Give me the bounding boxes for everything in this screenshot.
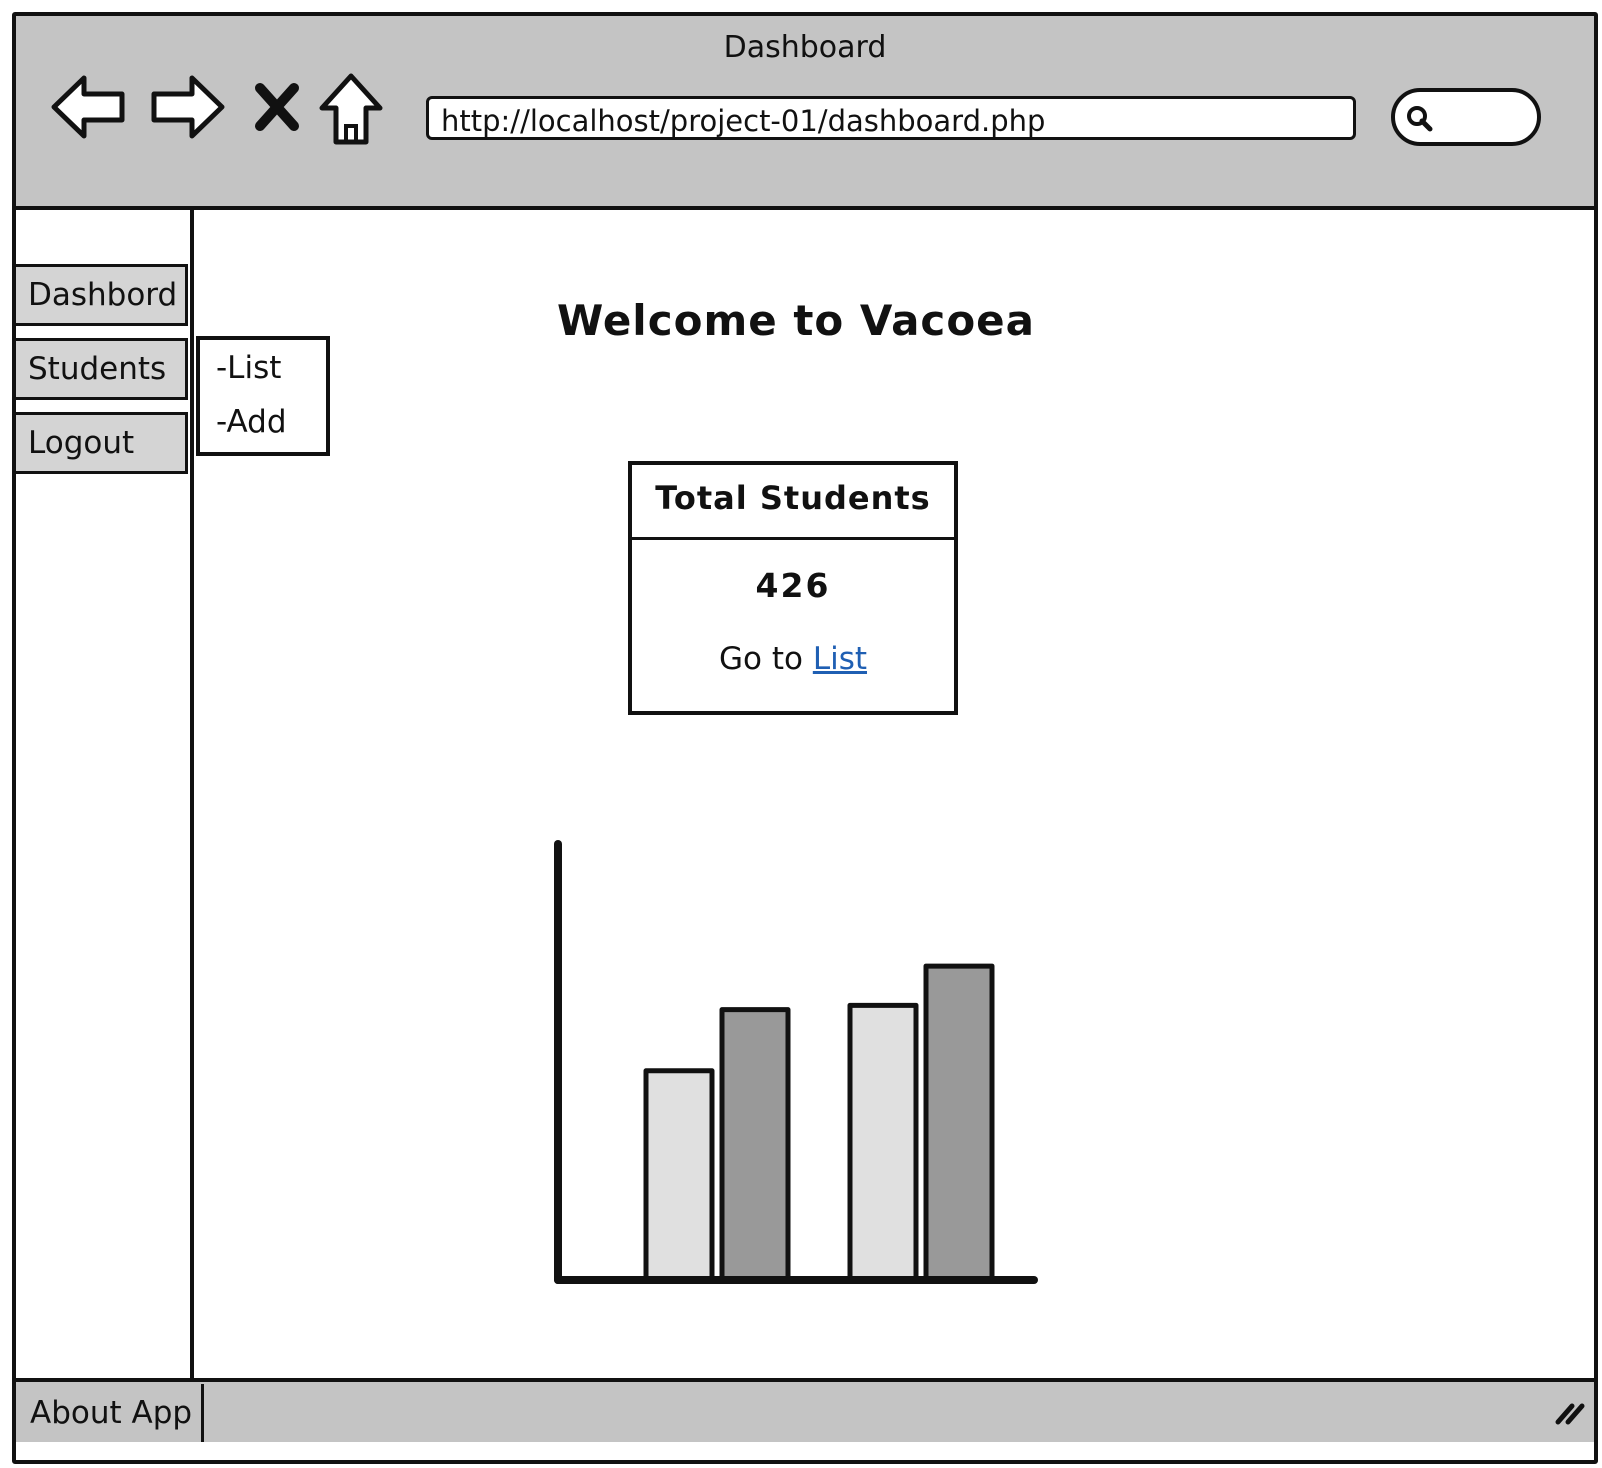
search-input[interactable] [1391, 88, 1541, 146]
chart-bar-g1-s2 [719, 1007, 791, 1283]
chart-bar-g2-s1 [847, 1002, 919, 1283]
chart-bar-g2-s2 [923, 963, 995, 1283]
bar-chart [554, 840, 1038, 1284]
forward-arrow-icon[interactable] [148, 72, 226, 142]
stop-icon[interactable] [254, 82, 300, 132]
window-title: Dashboard [723, 30, 887, 65]
sidebar-item-students[interactable]: Students [16, 338, 188, 400]
card-value: 426 [755, 566, 831, 605]
card-link-prefix: Go to [718, 641, 803, 677]
chart-bar-g1-s1 [643, 1068, 715, 1283]
status-bar: About App [16, 1378, 1594, 1442]
about-app-button[interactable]: About App [16, 1384, 204, 1442]
students-submenu: -List -Add [196, 336, 330, 456]
submenu-item-list[interactable]: -List [216, 350, 281, 386]
address-bar[interactable]: http://localhost/project-01/dashboard.ph… [426, 96, 1356, 140]
back-arrow-icon[interactable] [50, 72, 128, 142]
home-icon[interactable] [318, 72, 384, 146]
browser-chrome: Dashboard http://localhost/project-01/da… [16, 16, 1594, 210]
list-link[interactable]: List [813, 641, 867, 677]
sidebar-item-logout[interactable]: Logout [16, 412, 188, 474]
card-title: Total Students [632, 465, 954, 540]
resize-grip-icon[interactable] [1554, 1396, 1588, 1430]
page-title: Welcome to Vacoea [556, 296, 1035, 345]
submenu-item-add[interactable]: -Add [216, 404, 287, 440]
sidebar: Dashbord Students Logout [16, 210, 194, 1410]
browser-window: Dashboard http://localhost/project-01/da… [12, 12, 1598, 1464]
sidebar-item-dashboard[interactable]: Dashbord [16, 264, 188, 326]
search-icon [1405, 104, 1435, 138]
total-students-card: Total Students 426 Go to List [628, 461, 958, 715]
card-link-row: Go to List [632, 641, 954, 677]
